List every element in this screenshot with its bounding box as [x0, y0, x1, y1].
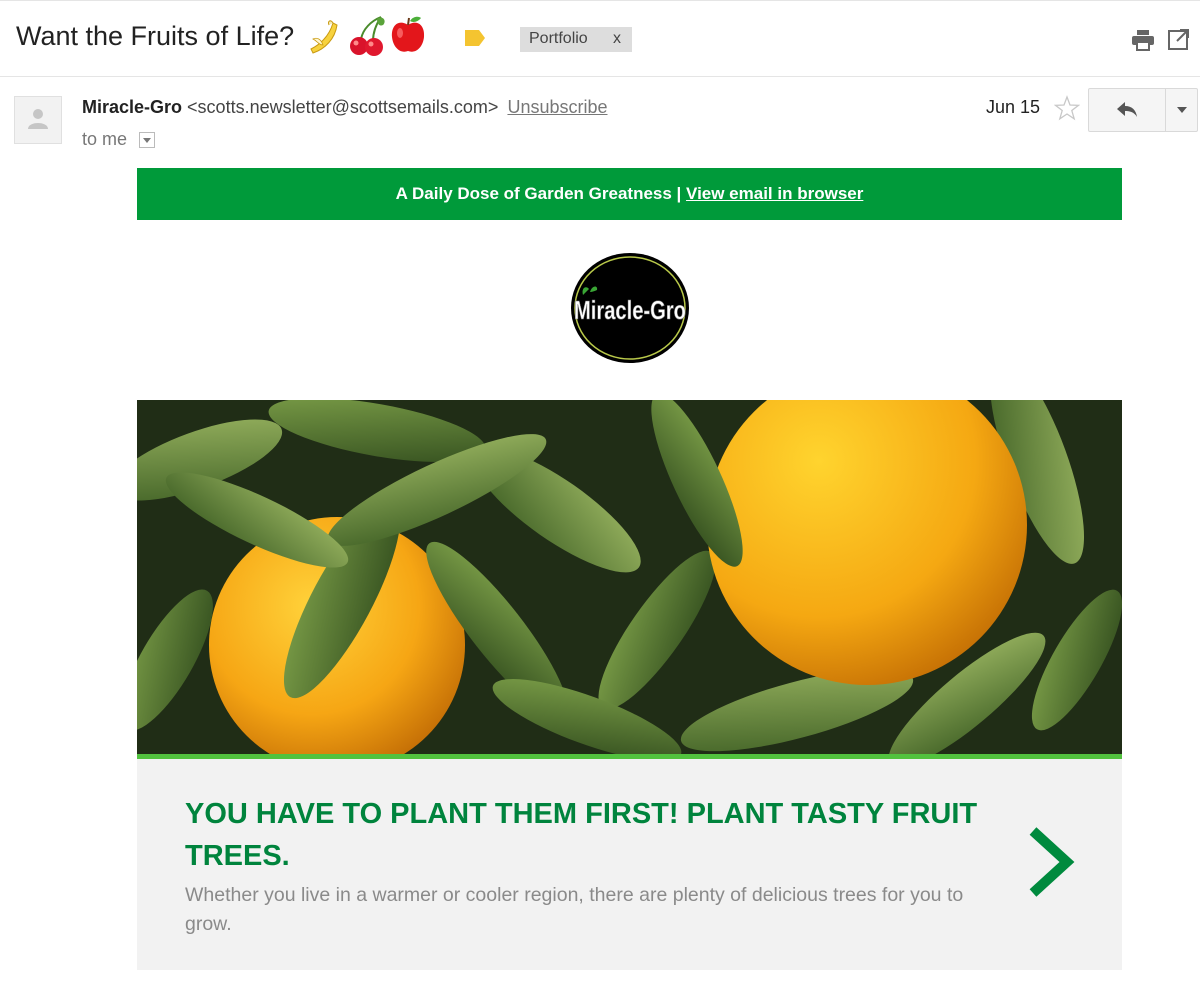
details-dropdown-button[interactable] — [139, 132, 155, 148]
subject-bar: Want the Fruits of Life? Portfolio x — [0, 0, 1200, 77]
message-date: Jun 15 — [986, 97, 1041, 117]
apple-emoji — [391, 16, 425, 52]
recipient-line: to me — [82, 129, 128, 149]
chevron-down-icon — [143, 138, 151, 143]
hero-image — [137, 400, 1122, 754]
avatar — [14, 96, 62, 144]
email-top-banner: A Daily Dose of Garden Greatness | View … — [137, 168, 1122, 220]
more-options-button[interactable] — [1166, 89, 1197, 131]
oranges-photo — [137, 400, 1122, 754]
fruit-trees-cta[interactable]: YOU HAVE TO PLANT THEM FIRST! PLANT TAST… — [137, 759, 1122, 970]
unsubscribe-link[interactable]: Unsubscribe — [507, 97, 607, 117]
reply-icon — [1117, 102, 1137, 117]
remove-label-button[interactable]: x — [613, 30, 621, 48]
banner-text: A Daily Dose of Garden Greatness | — [395, 184, 687, 203]
banana-emoji — [310, 20, 338, 54]
chevron-down-icon — [1177, 107, 1187, 113]
person-icon — [28, 109, 48, 129]
label-chip-portfolio: Portfolio x — [520, 27, 632, 52]
sender-email: <scotts.newsletter@scottsemails.com> — [187, 97, 499, 117]
reply-button-group — [1088, 88, 1198, 132]
cta-headline[interactable]: YOU HAVE TO PLANT THEM FIRST! PLANT TAST… — [185, 793, 985, 877]
popout-icon[interactable] — [1168, 28, 1190, 50]
sender-line: Miracle-Gro <scotts.newsletter@scottsema… — [82, 97, 608, 118]
label-tag-icon[interactable] — [463, 28, 487, 48]
svg-text:Miracle-Gro: Miracle-Gro — [574, 295, 686, 325]
cta-description: Whether you live in a warmer or cooler r… — [185, 884, 964, 935]
cherries-emoji — [350, 16, 385, 56]
chevron-right-icon[interactable] — [1027, 827, 1075, 897]
reply-button[interactable] — [1089, 89, 1165, 131]
email-subject: Want the Fruits of Life? — [16, 21, 295, 51]
view-in-browser-link[interactable]: View email in browser — [686, 184, 863, 203]
print-icon[interactable] — [1131, 29, 1155, 51]
sender-name[interactable]: Miracle-Gro — [82, 97, 182, 117]
label-chip-text: Portfolio — [529, 30, 588, 47]
star-icon[interactable] — [1054, 95, 1080, 121]
miracle-gro-logo[interactable]: Miracle-Gro — [569, 252, 691, 364]
